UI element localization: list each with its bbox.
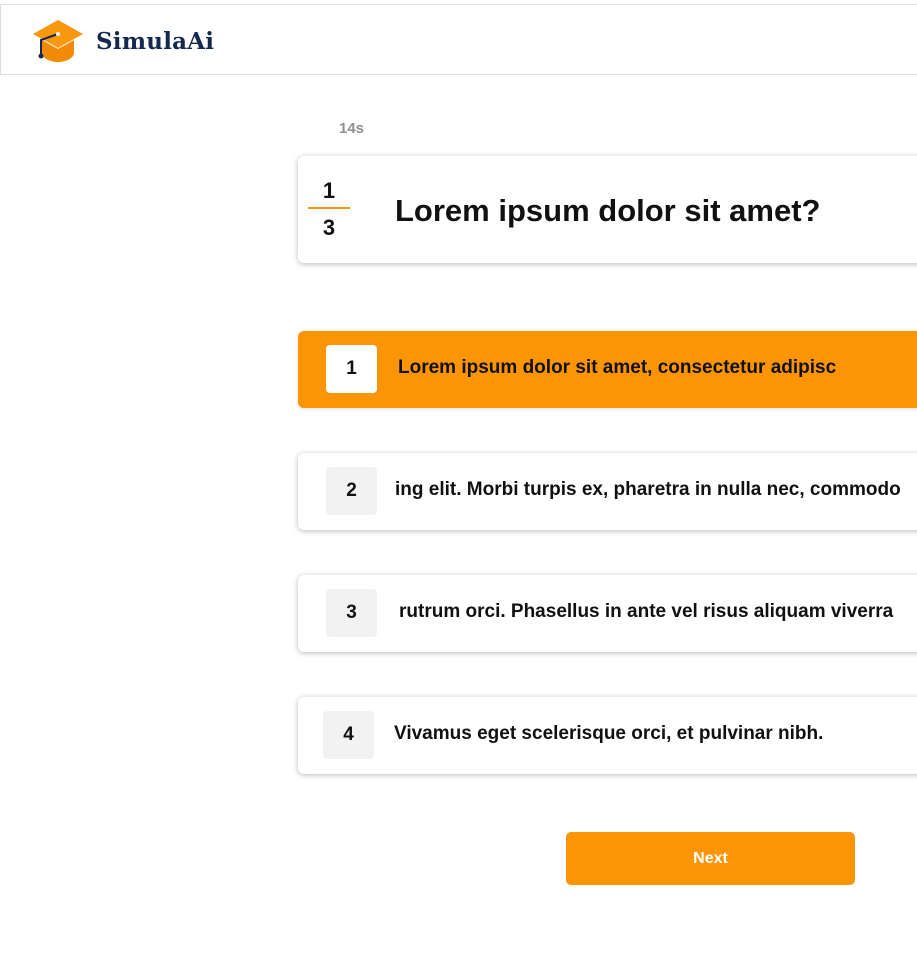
quiz-timer: 14s [339, 120, 365, 137]
answer-option-1[interactable]: 1 Lorem ipsum dolor sit amet, consectetu… [298, 331, 917, 408]
graduation-cap-icon [33, 20, 83, 62]
answer-number-badge: 3 [326, 589, 377, 637]
question-text: Lorem ipsum dolor sit amet? [395, 193, 821, 228]
answer-text: rutrum orci. Phasellus in ante vel risus… [399, 601, 894, 622]
progress-total: 3 [322, 215, 336, 240]
answer-text: Lorem ipsum dolor sit amet, consectetur … [398, 357, 837, 378]
answer-text: Vivamus eget scelerisque orci, et pulvin… [394, 723, 824, 744]
brand-logo[interactable]: SimulaAi [31, 18, 214, 64]
answer-text: ing elit. Morbi turpis ex, pharetra in n… [395, 479, 901, 500]
answer-option-3[interactable]: 3 rutrum orci. Phasellus in ante vel ris… [298, 575, 917, 652]
answer-option-2[interactable]: 2 ing elit. Morbi turpis ex, pharetra in… [298, 453, 917, 530]
answer-option-4[interactable]: 4 Vivamus eget scelerisque orci, et pulv… [298, 697, 917, 774]
question-progress: 1 3 [308, 176, 350, 242]
answer-number-badge: 2 [326, 467, 377, 515]
answer-number-badge: 4 [323, 711, 374, 759]
next-button[interactable]: Next [566, 832, 855, 885]
progress-current: 1 [322, 178, 336, 203]
brand-name: SimulaAi [96, 27, 215, 55]
quiz-page: SimulaAi 14s 1 3 Lorem ipsum dolor sit a… [0, 0, 917, 960]
question-card: 1 3 Lorem ipsum dolor sit amet? [298, 156, 917, 263]
app-header: SimulaAi [0, 4, 917, 75]
answer-number-badge: 1 [326, 345, 377, 393]
progress-divider [308, 207, 350, 209]
